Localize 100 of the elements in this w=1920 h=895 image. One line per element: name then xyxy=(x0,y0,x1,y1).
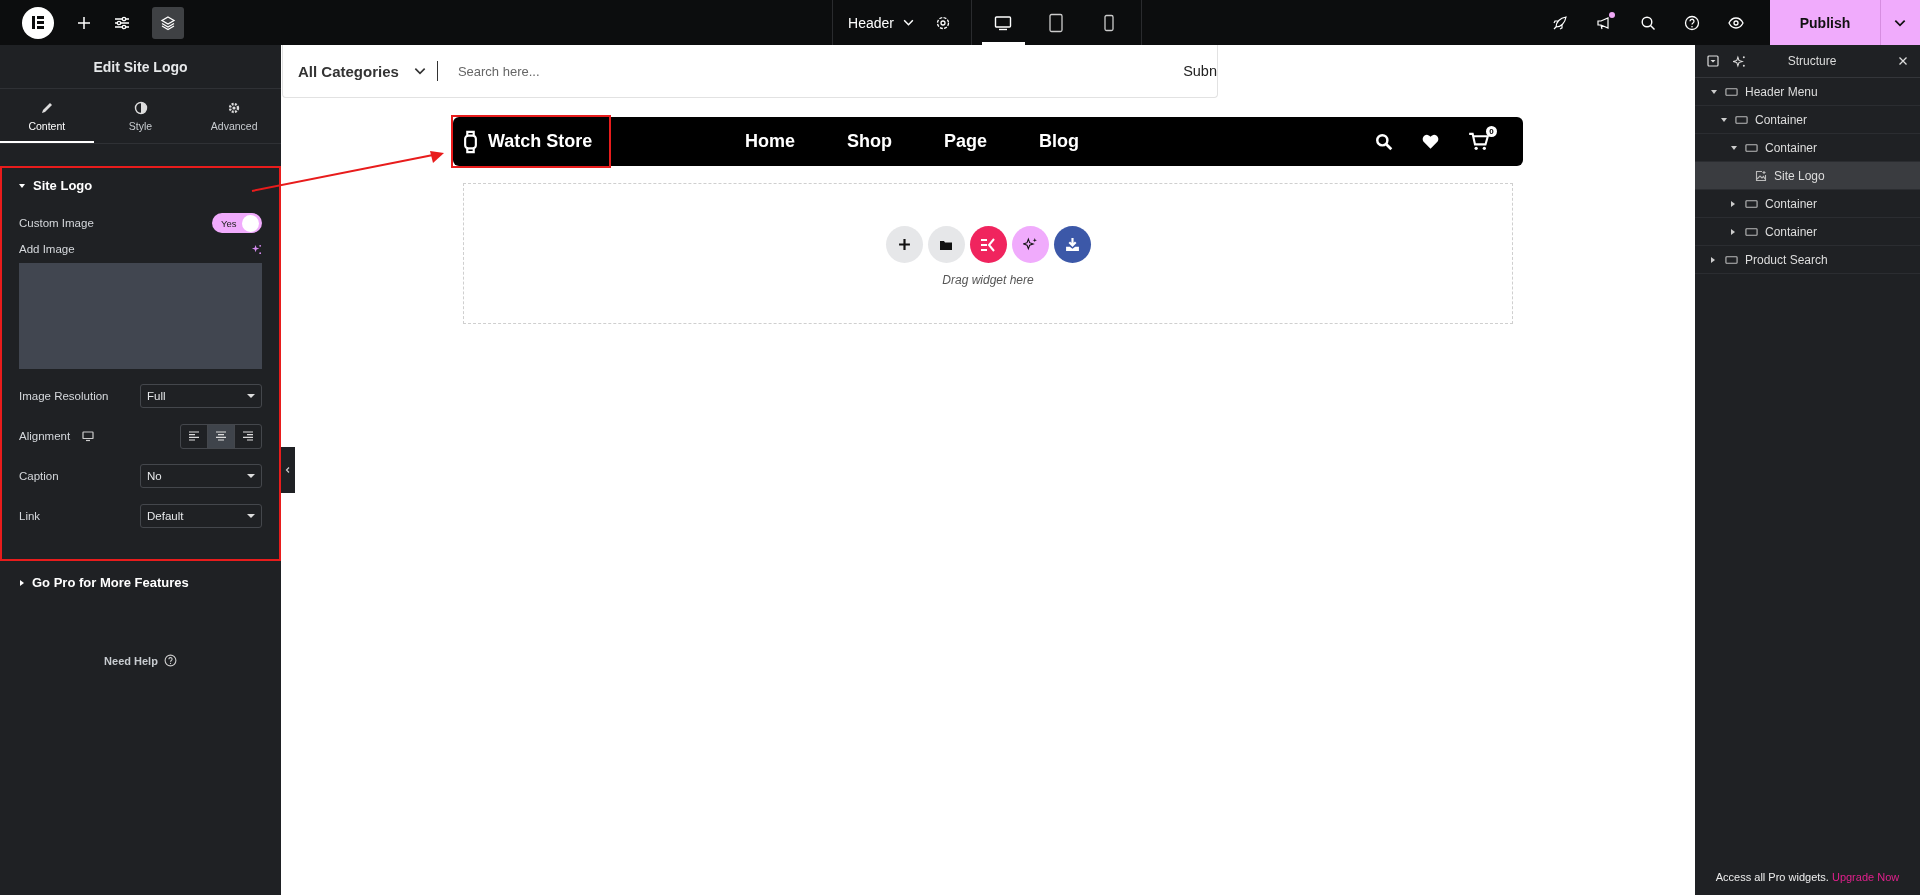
template-library-button[interactable] xyxy=(927,226,965,263)
layers-icon xyxy=(160,14,176,31)
caret-icon xyxy=(247,474,255,478)
megaphone-icon[interactable] xyxy=(1596,14,1612,31)
tab-label: Style xyxy=(128,120,153,132)
caret-icon xyxy=(247,394,255,398)
plus-icon[interactable] xyxy=(76,14,92,31)
tree-item[interactable]: Header Menu xyxy=(1695,78,1920,106)
tree-item[interactable]: Product Search xyxy=(1695,246,1920,274)
desktop-icon xyxy=(994,14,1013,31)
tree-item-label: Container xyxy=(1765,196,1818,211)
download-icon xyxy=(1064,237,1080,252)
cart-icon[interactable] xyxy=(1468,132,1489,151)
tree-item[interactable]: Container xyxy=(1695,106,1920,134)
field-label: Alignment xyxy=(19,430,95,442)
container-icon xyxy=(1745,226,1758,237)
submit-button[interactable]: Subn xyxy=(1183,63,1217,79)
caret-icon[interactable] xyxy=(1731,200,1735,207)
align-icon xyxy=(188,430,200,442)
ai-sparkle-button[interactable] xyxy=(1011,226,1049,263)
caret-icon[interactable] xyxy=(1711,89,1717,94)
plus-icon xyxy=(897,238,911,251)
publish-button[interactable]: Publish xyxy=(1770,0,1880,45)
section-header[interactable]: Site Logo xyxy=(19,176,262,213)
heart-icon[interactable] xyxy=(1421,132,1440,151)
category-dropdown[interactable]: All Categories xyxy=(298,62,427,80)
upgrade-link[interactable]: Upgrade Now xyxy=(1831,871,1900,883)
sliders-icon[interactable] xyxy=(114,14,130,31)
field-label: Caption xyxy=(19,470,59,482)
drop-hint: Drag widget here xyxy=(942,273,1034,287)
container-icon xyxy=(1745,142,1758,153)
search-icon[interactable] xyxy=(1375,132,1393,151)
nav-link[interactable]: Page xyxy=(918,131,1014,152)
panel-tab[interactable]: Advanced xyxy=(187,89,281,143)
alignment-button[interactable] xyxy=(207,424,234,448)
tree-item-label: Header Menu xyxy=(1745,84,1818,99)
half-circle-icon xyxy=(133,101,148,115)
watch-icon xyxy=(463,129,478,154)
rocket-icon[interactable] xyxy=(1552,14,1568,31)
gear-icon xyxy=(227,101,242,115)
section-header[interactable]: Go Pro for More Features xyxy=(0,561,281,590)
monitor-icon[interactable] xyxy=(82,430,95,442)
toggle-switch[interactable]: Yes xyxy=(212,213,262,233)
collapse-panel-handle[interactable] xyxy=(281,447,295,493)
add-widget-button[interactable] xyxy=(885,226,923,263)
settings-icon[interactable] xyxy=(934,14,951,31)
elementor-logo-icon[interactable] xyxy=(22,6,54,39)
sparkle-icon[interactable] xyxy=(1733,54,1746,68)
sparkle-icon xyxy=(1022,237,1038,252)
tablet-icon xyxy=(1048,12,1065,33)
tree-item[interactable]: Site Logo xyxy=(1695,162,1920,190)
container-icon xyxy=(1735,114,1748,125)
help-icon[interactable] xyxy=(163,654,177,667)
caret-icon[interactable] xyxy=(1721,117,1727,122)
upgrade-note: Access all Pro widgets. Upgrade Now xyxy=(1714,871,1901,885)
sparkle-icon[interactable] xyxy=(251,243,262,255)
folder-icon xyxy=(939,238,953,251)
help-link[interactable]: Need Help xyxy=(104,654,158,667)
caret-icon[interactable] xyxy=(1731,145,1737,150)
pencil-icon xyxy=(39,101,54,115)
search-icon[interactable] xyxy=(1640,14,1656,31)
caret-icon xyxy=(247,514,255,518)
cart-count-badge: 0 xyxy=(1486,126,1497,137)
nav-link[interactable]: Blog xyxy=(1013,131,1106,152)
mobile-icon xyxy=(1103,13,1116,32)
panel-tab[interactable]: Style xyxy=(93,89,188,143)
container-icon xyxy=(1725,254,1738,265)
chevron-left-icon xyxy=(284,466,292,474)
tab-label: Content xyxy=(28,120,66,132)
tree-item-label: Container xyxy=(1765,224,1818,239)
caret-icon xyxy=(20,579,24,586)
tree-item[interactable]: Container xyxy=(1695,218,1920,246)
nav-link[interactable]: Home xyxy=(719,131,821,152)
close-icon[interactable] xyxy=(1898,56,1908,66)
field-label: Image Resolution xyxy=(19,390,109,402)
download-button[interactable] xyxy=(1053,226,1091,263)
field-label: Link xyxy=(19,510,41,522)
document-dropdown[interactable]: Header xyxy=(833,14,925,31)
container-icon xyxy=(1725,86,1738,97)
layers-button[interactable] xyxy=(152,6,184,39)
select-field[interactable]: Full xyxy=(140,384,262,408)
tree-item-label: Site Logo xyxy=(1774,168,1825,183)
tree-item[interactable]: Container xyxy=(1695,190,1920,218)
align-icon xyxy=(215,430,227,442)
kit-button[interactable] xyxy=(969,226,1007,263)
caret-icon[interactable] xyxy=(1711,256,1715,263)
field-label: Add Image xyxy=(19,243,75,255)
site-logo[interactable]: Watch Store xyxy=(453,117,609,166)
kit-icon xyxy=(980,237,996,252)
eye-icon[interactable] xyxy=(1728,14,1744,31)
collapse-icon[interactable] xyxy=(1707,55,1719,67)
nav-link[interactable]: Shop xyxy=(821,131,918,152)
image-icon xyxy=(1755,169,1767,182)
tree-item-label: Container xyxy=(1765,140,1818,155)
select-field[interactable]: Default xyxy=(140,504,262,528)
panel-tab[interactable]: Content xyxy=(0,89,94,143)
container-icon xyxy=(1745,198,1758,209)
select-field[interactable]: No xyxy=(140,464,262,488)
caret-icon[interactable] xyxy=(1731,228,1735,235)
caret-icon xyxy=(19,183,25,188)
